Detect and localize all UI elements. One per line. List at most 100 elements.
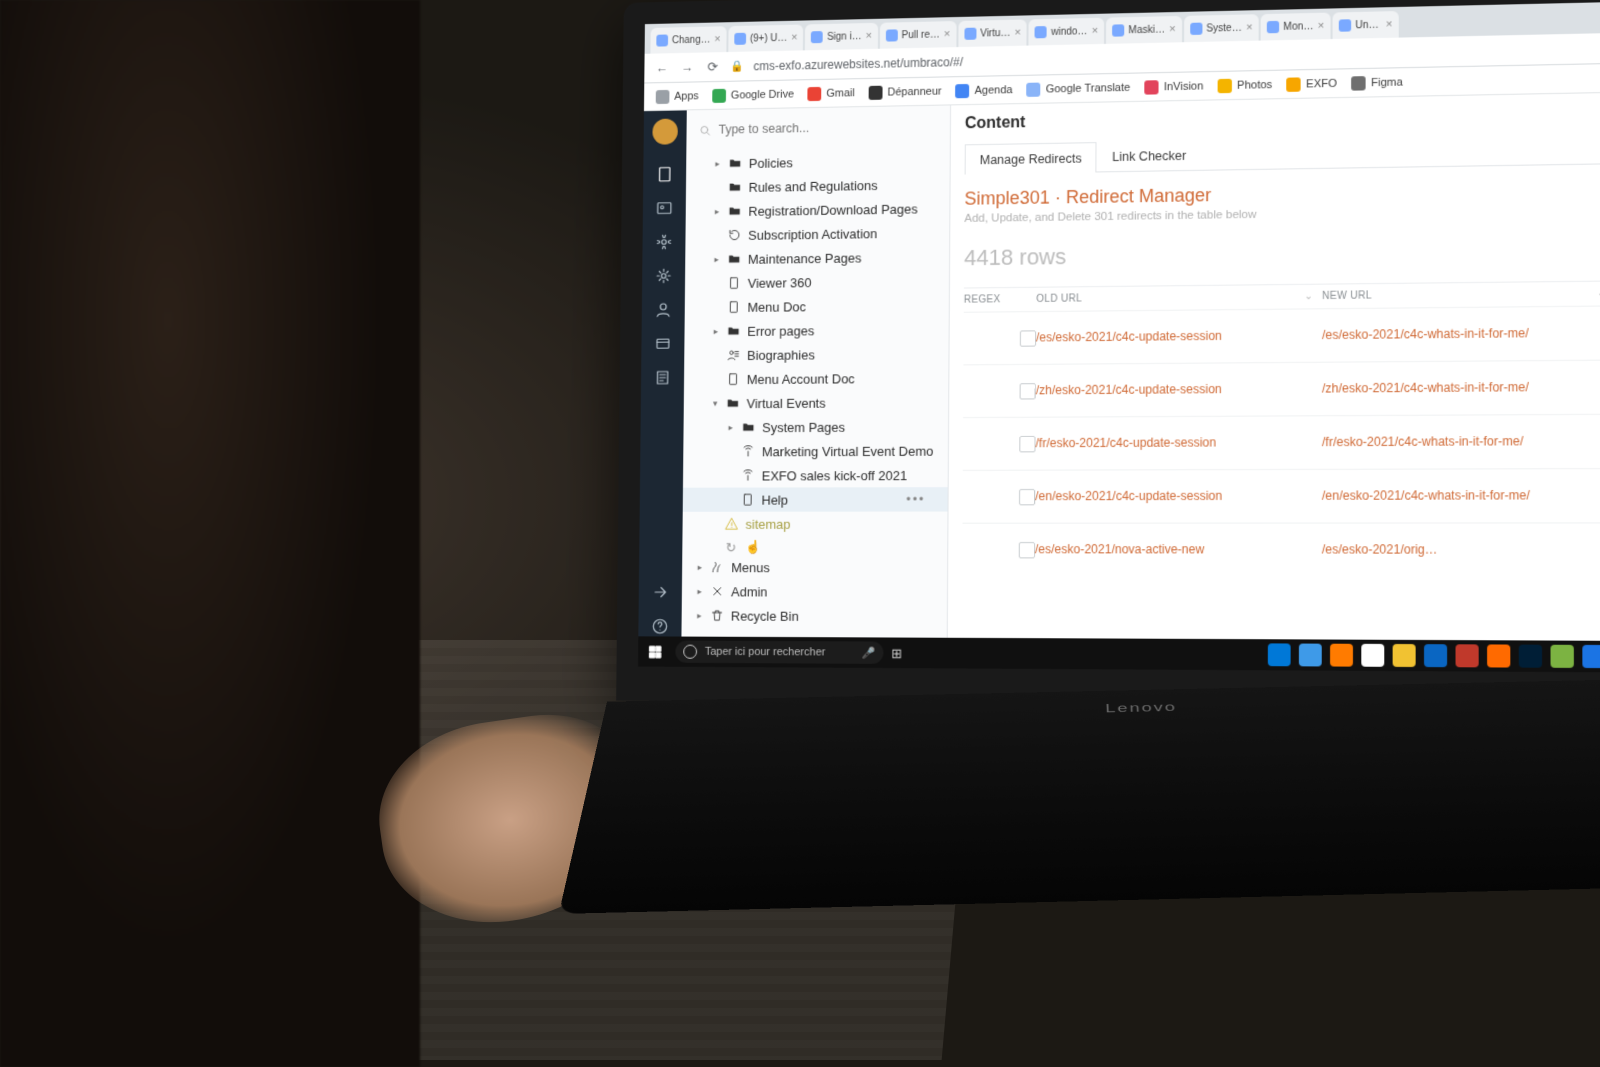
taskbar-app-icon[interactable]: [1519, 645, 1542, 668]
forward-button[interactable]: →: [679, 60, 695, 74]
bookmark-item[interactable]: EXFO: [1287, 76, 1337, 91]
sort-caret-icon[interactable]: ⌄: [1588, 288, 1600, 300]
tree-node[interactable]: ▸Error pages: [684, 317, 948, 344]
bookmark-item[interactable]: Agenda: [956, 83, 1013, 98]
tree-node[interactable]: Help•••: [683, 487, 948, 512]
taskbar-app-icon[interactable]: [1268, 643, 1291, 666]
expand-caret-icon[interactable]: ▸: [712, 326, 720, 337]
expand-caret-icon[interactable]: ▸: [727, 422, 735, 433]
packages-section-icon[interactable]: [654, 266, 674, 286]
taskbar-app-icon[interactable]: [1550, 645, 1573, 668]
tree-node[interactable]: ▸Recycle Bin: [682, 603, 947, 628]
taskbar-app-icon[interactable]: [1582, 645, 1600, 668]
expand-caret-icon[interactable]: ▾: [711, 398, 719, 409]
tree-node[interactable]: ▾Virtual Events: [684, 390, 949, 416]
tree-node[interactable]: Menu Doc: [685, 293, 949, 320]
table-row[interactable]: /fr/esko-2021/c4c-update-session/fr/esko…: [963, 414, 1600, 470]
tree-node[interactable]: Menu Account Doc: [684, 366, 948, 392]
bookmark-item[interactable]: InVision: [1144, 79, 1203, 94]
tree-search-input[interactable]: [718, 119, 938, 137]
close-tab-icon[interactable]: ×: [1169, 23, 1176, 35]
taskbar-app-icon[interactable]: [1330, 644, 1353, 667]
tree-node[interactable]: sitemap: [682, 512, 947, 536]
row-checkbox[interactable]: [1020, 383, 1036, 399]
taskbar-app-icon[interactable]: [1487, 644, 1510, 667]
row-checkbox[interactable]: [1019, 489, 1035, 505]
touch-icon[interactable]: ☝: [746, 540, 762, 555]
next-icon[interactable]: [650, 582, 670, 602]
content-section-icon[interactable]: [655, 164, 675, 184]
tree-node[interactable]: ▸Maintenance Pages: [685, 244, 949, 271]
node-actions-icon[interactable]: •••: [906, 492, 939, 506]
close-tab-icon[interactable]: ×: [791, 32, 797, 44]
browser-tab[interactable]: Chang…×: [650, 26, 726, 53]
taskbar-app-icon[interactable]: [1424, 644, 1447, 667]
close-tab-icon[interactable]: ×: [1092, 25, 1099, 37]
start-button[interactable]: [638, 644, 671, 659]
browser-tab[interactable]: windo…×: [1029, 18, 1104, 46]
task-view-icon[interactable]: ⊞: [883, 645, 909, 660]
browser-tab[interactable]: Sign i…×: [805, 23, 878, 51]
table-row[interactable]: /es/esko-2021/c4c-update-session/es/esko…: [963, 305, 1600, 364]
taskbar-app-icon[interactable]: [1456, 644, 1479, 667]
close-tab-icon[interactable]: ×: [865, 30, 871, 42]
media-section-icon[interactable]: [654, 198, 674, 218]
row-checkbox[interactable]: [1020, 330, 1036, 346]
sort-caret-icon[interactable]: ⌄: [1295, 291, 1322, 303]
settings-section-icon[interactable]: [654, 232, 674, 252]
browser-tab[interactable]: (9+) U…×: [728, 24, 803, 51]
taskbar-app-icon[interactable]: [1393, 644, 1416, 667]
tree-node[interactable]: ▸System Pages: [683, 414, 948, 439]
mic-icon[interactable]: 🎤: [862, 646, 876, 659]
expand-caret-icon[interactable]: ▸: [713, 254, 721, 265]
restore-icon[interactable]: ↻: [726, 540, 736, 555]
expand-caret-icon[interactable]: ▸: [714, 158, 722, 169]
reload-button[interactable]: ⟳: [705, 59, 721, 74]
close-tab-icon[interactable]: ×: [1014, 27, 1021, 39]
tree-node[interactable]: ▸Registration/Download Pages: [686, 196, 950, 224]
tree-node[interactable]: EXFO sales kick-off 2021: [683, 463, 948, 488]
expand-caret-icon[interactable]: ▸: [696, 586, 704, 597]
bookmark-item[interactable]: Apps: [656, 89, 699, 104]
table-row[interactable]: /zh/esko-2021/c4c-update-session/zh/esko…: [963, 359, 1600, 417]
members-section-icon[interactable]: [653, 334, 673, 354]
back-button[interactable]: ←: [654, 61, 670, 75]
expand-caret-icon[interactable]: ▸: [695, 610, 703, 621]
bookmark-item[interactable]: Dépanneur: [869, 84, 942, 99]
browser-tab[interactable]: Syste…×: [1184, 14, 1259, 42]
table-row[interactable]: /es/esko-2021/nova-active-new/es/esko-20…: [962, 522, 1600, 577]
row-checkbox[interactable]: [1019, 542, 1035, 558]
tree-node[interactable]: Subscription Activation: [685, 220, 949, 248]
taskbar-app-icon[interactable]: [1361, 644, 1384, 667]
col-old-url[interactable]: OLD URL: [1036, 291, 1295, 305]
tree-search[interactable]: [686, 105, 950, 150]
taskbar-search[interactable]: Taper ici pour rechercher 🎤: [675, 641, 883, 664]
col-new-url[interactable]: NEW URL: [1322, 288, 1588, 302]
tree-node[interactable]: Biographies: [684, 341, 948, 367]
forms-section-icon[interactable]: [653, 368, 673, 388]
tree-node[interactable]: Viewer 360: [685, 269, 949, 296]
content-tab[interactable]: Link Checker: [1097, 139, 1202, 171]
tree-node[interactable]: ▸Admin: [682, 579, 947, 604]
close-tab-icon[interactable]: ×: [1318, 20, 1325, 32]
browser-tab[interactable]: Un…×: [1333, 11, 1399, 39]
browser-tab[interactable]: Maski…×: [1106, 16, 1182, 44]
taskbar-app-icon[interactable]: [1299, 644, 1322, 667]
browser-tab[interactable]: Pull re…×: [880, 21, 956, 49]
bookmark-item[interactable]: Google Drive: [712, 87, 794, 103]
content-tab[interactable]: Manage Redirects: [965, 142, 1097, 174]
help-icon[interactable]: [650, 616, 670, 636]
close-tab-icon[interactable]: ×: [944, 28, 950, 40]
table-row[interactable]: /en/esko-2021/c4c-update-session/en/esko…: [963, 468, 1600, 523]
tree-node[interactable]: ▸Menus: [682, 555, 947, 580]
expand-caret-icon[interactable]: ▸: [696, 562, 704, 573]
tree-node[interactable]: Marketing Virtual Event Demo: [683, 438, 948, 463]
browser-tab[interactable]: Virtu…×: [958, 19, 1027, 47]
close-tab-icon[interactable]: ×: [1246, 21, 1253, 33]
col-regex[interactable]: REGEX: [964, 294, 1010, 306]
close-tab-icon[interactable]: ×: [714, 33, 720, 45]
close-tab-icon[interactable]: ×: [1386, 18, 1393, 30]
browser-tab[interactable]: Mon…×: [1261, 13, 1331, 41]
expand-caret-icon[interactable]: ▸: [713, 206, 721, 217]
users-section-icon[interactable]: [653, 300, 673, 320]
